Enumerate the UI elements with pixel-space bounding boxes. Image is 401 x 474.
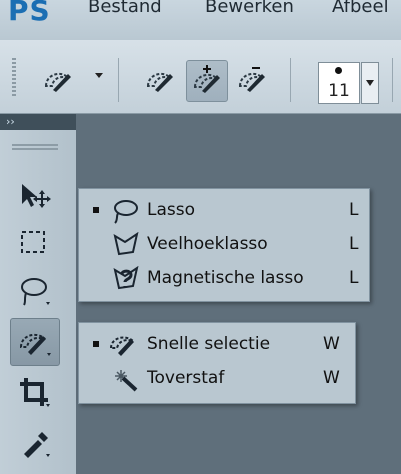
flyout-item-shortcut: L — [349, 234, 359, 254]
options-bar-grip[interactable] — [12, 58, 16, 96]
marquee-icon — [21, 231, 45, 253]
eyedropper-icon — [24, 432, 50, 458]
quick-selection-tool-button[interactable] — [10, 318, 60, 366]
panel-collapse-toggle[interactable]: ›› — [0, 114, 76, 130]
menu-bar: PS Bestand Bewerken Afbeel — [0, 0, 401, 41]
flyout-item-shortcut: W — [323, 334, 340, 354]
subtract-from-selection-button[interactable] — [232, 60, 272, 100]
eyedropper-tool-button[interactable] — [10, 420, 58, 466]
quick-selection-icon — [109, 336, 134, 356]
add-to-selection-button[interactable] — [186, 60, 228, 102]
move-icon — [22, 184, 51, 208]
subtract-from-selection-icon — [238, 67, 265, 92]
flyout-item-label: Toverstaf — [147, 368, 225, 388]
menu-item-bewerken[interactable]: Bewerken — [205, 0, 294, 17]
lasso-tool-button[interactable] — [10, 268, 58, 314]
selected-bullet-icon — [93, 341, 99, 347]
flyout-item-label: Veelhoeklasso — [147, 234, 268, 254]
lasso-icon — [21, 278, 50, 306]
flyout-item-lasso[interactable]: Lasso L — [79, 193, 369, 227]
flyout-item-quick-selection[interactable]: Snelle selectie W — [79, 327, 355, 361]
app-logo: PS — [8, 0, 51, 27]
panel-grip[interactable] — [12, 144, 58, 146]
menu-item-bestand[interactable]: Bestand — [88, 0, 162, 17]
new-selection-icon — [146, 72, 173, 92]
divider — [118, 58, 119, 102]
add-to-selection-icon — [193, 65, 220, 93]
flyout-item-label: Magnetische lasso — [147, 268, 304, 288]
menu-item-afbeelding[interactable]: Afbeel — [332, 0, 389, 17]
magnetic-lasso-icon — [113, 266, 139, 290]
move-tool-button[interactable] — [10, 172, 58, 218]
magic-wand-icon — [115, 370, 138, 392]
crop-icon — [20, 378, 50, 407]
marquee-tool-button[interactable] — [10, 220, 58, 266]
flyout-item-magic-wand[interactable]: Toverstaf W — [79, 361, 355, 395]
crop-tool-button[interactable] — [10, 370, 58, 416]
flyout-item-label: Snelle selectie — [147, 334, 271, 354]
lasso-tools-flyout: Lasso L Veelhoeklasso L Magnetische lass… — [78, 188, 370, 302]
new-selection-button[interactable] — [140, 60, 180, 100]
brush-size-picker[interactable]: 11 — [318, 62, 360, 104]
lasso-icon — [114, 200, 138, 224]
selection-tools-flyout: Snelle selectie W Toverstaf W — [78, 322, 356, 404]
tool-preset-picker[interactable] — [38, 60, 78, 100]
flyout-item-magnetic-lasso[interactable]: Magnetische lasso L — [79, 261, 369, 295]
chevron-down-icon — [366, 80, 374, 86]
flyout-item-shortcut: W — [323, 368, 340, 388]
tools-panel: ›› — [0, 114, 76, 474]
quick-selection-icon — [44, 72, 71, 92]
selected-bullet-icon — [93, 207, 99, 213]
flyout-item-label: Lasso — [147, 200, 196, 220]
flyout-item-shortcut: L — [349, 200, 359, 220]
brush-size-value: 11 — [328, 81, 350, 101]
divider — [392, 58, 393, 102]
flyout-item-shortcut: L — [349, 268, 359, 288]
chevron-down-icon[interactable] — [94, 70, 104, 80]
flyout-item-polygonal-lasso[interactable]: Veelhoeklasso L — [79, 227, 369, 261]
polygonal-lasso-icon — [113, 232, 139, 256]
quick-selection-icon — [19, 333, 51, 356]
divider — [290, 58, 291, 102]
brush-dropdown-button[interactable] — [361, 62, 379, 104]
brush-tip-icon — [335, 67, 342, 74]
